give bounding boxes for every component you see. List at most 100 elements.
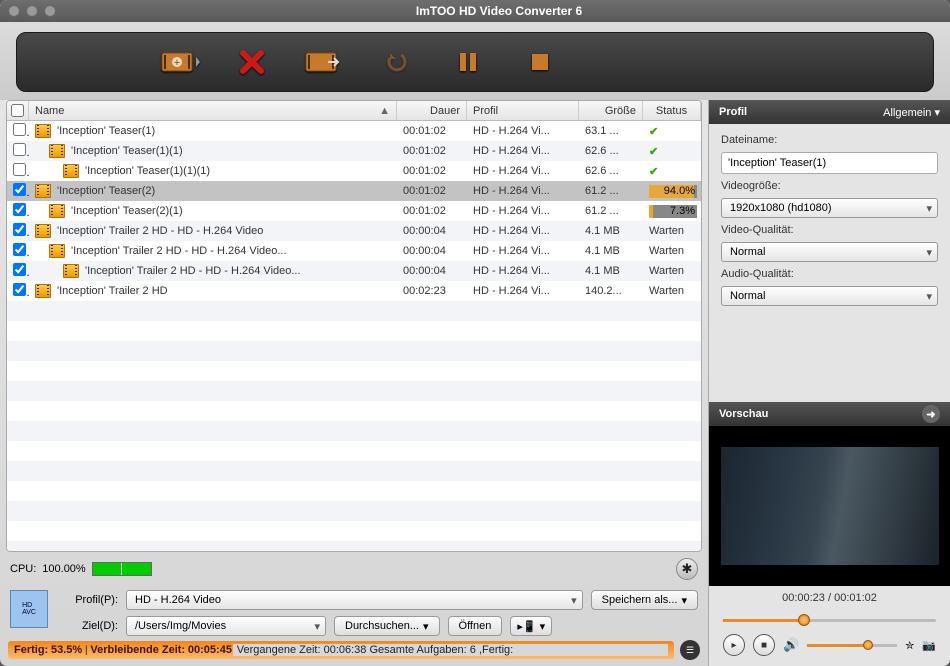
snapshot-config-icon[interactable]: ✮ bbox=[905, 639, 914, 652]
videoquality-select[interactable]: Normal bbox=[721, 242, 938, 262]
row-profile: HD - H.264 Vi... bbox=[467, 205, 579, 217]
status-wait: Warten bbox=[649, 265, 684, 277]
header-checkbox[interactable] bbox=[7, 101, 29, 120]
open-button[interactable]: Öffnen bbox=[448, 616, 503, 636]
row-checkbox[interactable] bbox=[13, 283, 26, 296]
table-row[interactable]: 'Inception' Trailer 2 HD00:02:23HD - H.2… bbox=[7, 281, 701, 301]
audioquality-label: Audio-Qualität: bbox=[721, 268, 938, 280]
row-size: 62.6 ... bbox=[579, 165, 643, 177]
preview-panel-header: Vorschau ➜ bbox=[709, 402, 950, 426]
header-name[interactable]: Name▲ bbox=[29, 101, 397, 120]
row-name: 'Inception' Teaser(1) bbox=[57, 125, 155, 137]
preview-frame bbox=[721, 447, 939, 565]
row-profile: HD - H.264 Vi... bbox=[467, 125, 579, 137]
preview-time: 00:00:23 / 00:01:02 bbox=[709, 586, 950, 610]
row-name: 'Inception' Teaser(2) bbox=[57, 185, 155, 197]
convert-button[interactable] bbox=[301, 44, 347, 80]
task-list-button[interactable]: ☰ bbox=[680, 640, 700, 660]
cpu-meter bbox=[92, 562, 152, 576]
header-profile[interactable]: Profil bbox=[467, 101, 579, 120]
film-icon bbox=[49, 144, 65, 158]
add-file-button[interactable]: + bbox=[157, 44, 203, 80]
row-duration: 00:01:02 bbox=[397, 185, 467, 197]
header-size[interactable]: Größe bbox=[579, 101, 643, 120]
table-row[interactable]: 'Inception' Teaser(1)(1)00:01:02HD - H.2… bbox=[7, 141, 701, 161]
check-icon: ✔ bbox=[649, 166, 658, 178]
row-duration: 00:01:02 bbox=[397, 165, 467, 177]
row-checkbox[interactable] bbox=[13, 183, 26, 196]
table-row[interactable]: 'Inception' Teaser(1) 00:01:02HD - H.264 … bbox=[7, 121, 701, 141]
minimize-window[interactable] bbox=[26, 5, 38, 17]
table-row[interactable]: 'Inception' Teaser(2)(1)00:01:02HD - H.2… bbox=[7, 201, 701, 221]
hd-profile-icon: HDAVC bbox=[10, 590, 48, 628]
header-duration[interactable]: Dauer bbox=[397, 101, 467, 120]
progress-bar: 7.3% bbox=[649, 205, 697, 218]
row-size: 63.1 ... bbox=[579, 125, 643, 137]
undo-button[interactable] bbox=[373, 44, 419, 80]
row-checkbox[interactable] bbox=[13, 123, 26, 136]
save-as-button[interactable]: Speichern als... ▾ bbox=[591, 590, 698, 610]
table-row[interactable]: 'Inception' Trailer 2 HD - HD - H.264 Vi… bbox=[7, 221, 701, 241]
target-select[interactable]: /Users/Img/Movies bbox=[126, 616, 326, 636]
cpu-label: CPU: bbox=[10, 563, 36, 575]
row-checkbox[interactable] bbox=[13, 203, 26, 216]
film-icon bbox=[49, 204, 65, 218]
row-checkbox[interactable] bbox=[13, 263, 26, 276]
snapshot-icon[interactable]: 📷 bbox=[922, 639, 936, 652]
volume-slider[interactable] bbox=[807, 641, 897, 649]
row-name: 'Inception' Teaser(1)(1) bbox=[71, 145, 183, 157]
row-duration: 00:00:04 bbox=[397, 225, 467, 237]
row-profile: HD - H.264 Vi... bbox=[467, 285, 579, 297]
row-profile: HD - H.264 Vi... bbox=[467, 165, 579, 177]
row-profile: HD - H.264 Vi... bbox=[467, 185, 579, 197]
table-row[interactable]: 'Inception' Trailer 2 HD - HD - H.264 Vi… bbox=[7, 261, 701, 281]
status-strip: Fertig: 53.5% | Verbleibende Zeit: 00:05… bbox=[8, 641, 674, 659]
zoom-window[interactable] bbox=[44, 5, 56, 17]
browse-button[interactable]: Durchsuchen... ▾ bbox=[334, 616, 440, 636]
row-name: 'Inception' Trailer 2 HD - HD - H.264 Vi… bbox=[71, 245, 287, 257]
header-status[interactable]: Status bbox=[643, 101, 701, 120]
progress-bar: 94.0% bbox=[649, 185, 697, 198]
table-row[interactable]: 'Inception' Teaser(1)(1)(1)00:01:02HD - … bbox=[7, 161, 701, 181]
volume-icon[interactable]: 🔊 bbox=[783, 637, 799, 653]
profile-tab-allgemein[interactable]: Allgemein ▾ bbox=[883, 106, 940, 119]
row-checkbox[interactable] bbox=[13, 163, 26, 176]
filename-field[interactable]: 'Inception' Teaser(1) bbox=[721, 152, 938, 174]
videosize-select[interactable]: 1920x1080 (hd1080) bbox=[721, 198, 938, 218]
row-duration: 00:02:23 bbox=[397, 285, 467, 297]
preview-area[interactable] bbox=[709, 426, 950, 586]
stop-preview-button[interactable]: ■ bbox=[753, 634, 775, 656]
profile-panel-header: Profil Allgemein ▾ bbox=[709, 100, 950, 124]
film-icon bbox=[49, 244, 65, 258]
settings-button[interactable]: ✱ bbox=[676, 558, 698, 580]
row-size: 61.2 ... bbox=[579, 205, 643, 217]
seek-slider[interactable] bbox=[723, 616, 936, 624]
table-row[interactable]: 'Inception' Teaser(2) 00:01:02HD - H.264 … bbox=[7, 181, 701, 201]
row-checkbox[interactable] bbox=[13, 223, 26, 236]
profile-select[interactable]: HD - H.264 Video bbox=[126, 590, 583, 610]
row-size: 4.1 MB bbox=[579, 245, 643, 257]
row-duration: 00:01:02 bbox=[397, 125, 467, 137]
film-icon bbox=[35, 224, 51, 238]
status-wait: Warten bbox=[649, 225, 684, 237]
audioquality-select[interactable]: Normal bbox=[721, 286, 938, 306]
profile-label: Profil(P): bbox=[58, 594, 118, 606]
titlebar: ImTOO HD Video Converter 6 bbox=[0, 0, 950, 22]
device-export-button[interactable]: ▸📱 ▾ bbox=[510, 616, 552, 636]
row-name: 'Inception' Trailer 2 HD - HD - H.264 Vi… bbox=[57, 225, 263, 237]
row-checkbox[interactable] bbox=[13, 243, 26, 256]
stop-button[interactable] bbox=[517, 44, 563, 80]
preview-expand-button[interactable]: ➜ bbox=[922, 405, 940, 423]
check-icon: ✔ bbox=[649, 146, 658, 158]
remove-button[interactable] bbox=[229, 44, 275, 80]
film-icon bbox=[35, 124, 51, 138]
row-checkbox[interactable] bbox=[13, 143, 26, 156]
row-profile: HD - H.264 Vi... bbox=[467, 225, 579, 237]
table-row[interactable]: 'Inception' Trailer 2 HD - HD - H.264 Vi… bbox=[7, 241, 701, 261]
row-size: 140.2... bbox=[579, 285, 643, 297]
videoquality-label: Video-Qualität: bbox=[721, 224, 938, 236]
close-window[interactable] bbox=[8, 5, 20, 17]
row-size: 61.2 ... bbox=[579, 185, 643, 197]
pause-button[interactable] bbox=[445, 44, 491, 80]
play-button[interactable]: ▸ bbox=[723, 634, 745, 656]
